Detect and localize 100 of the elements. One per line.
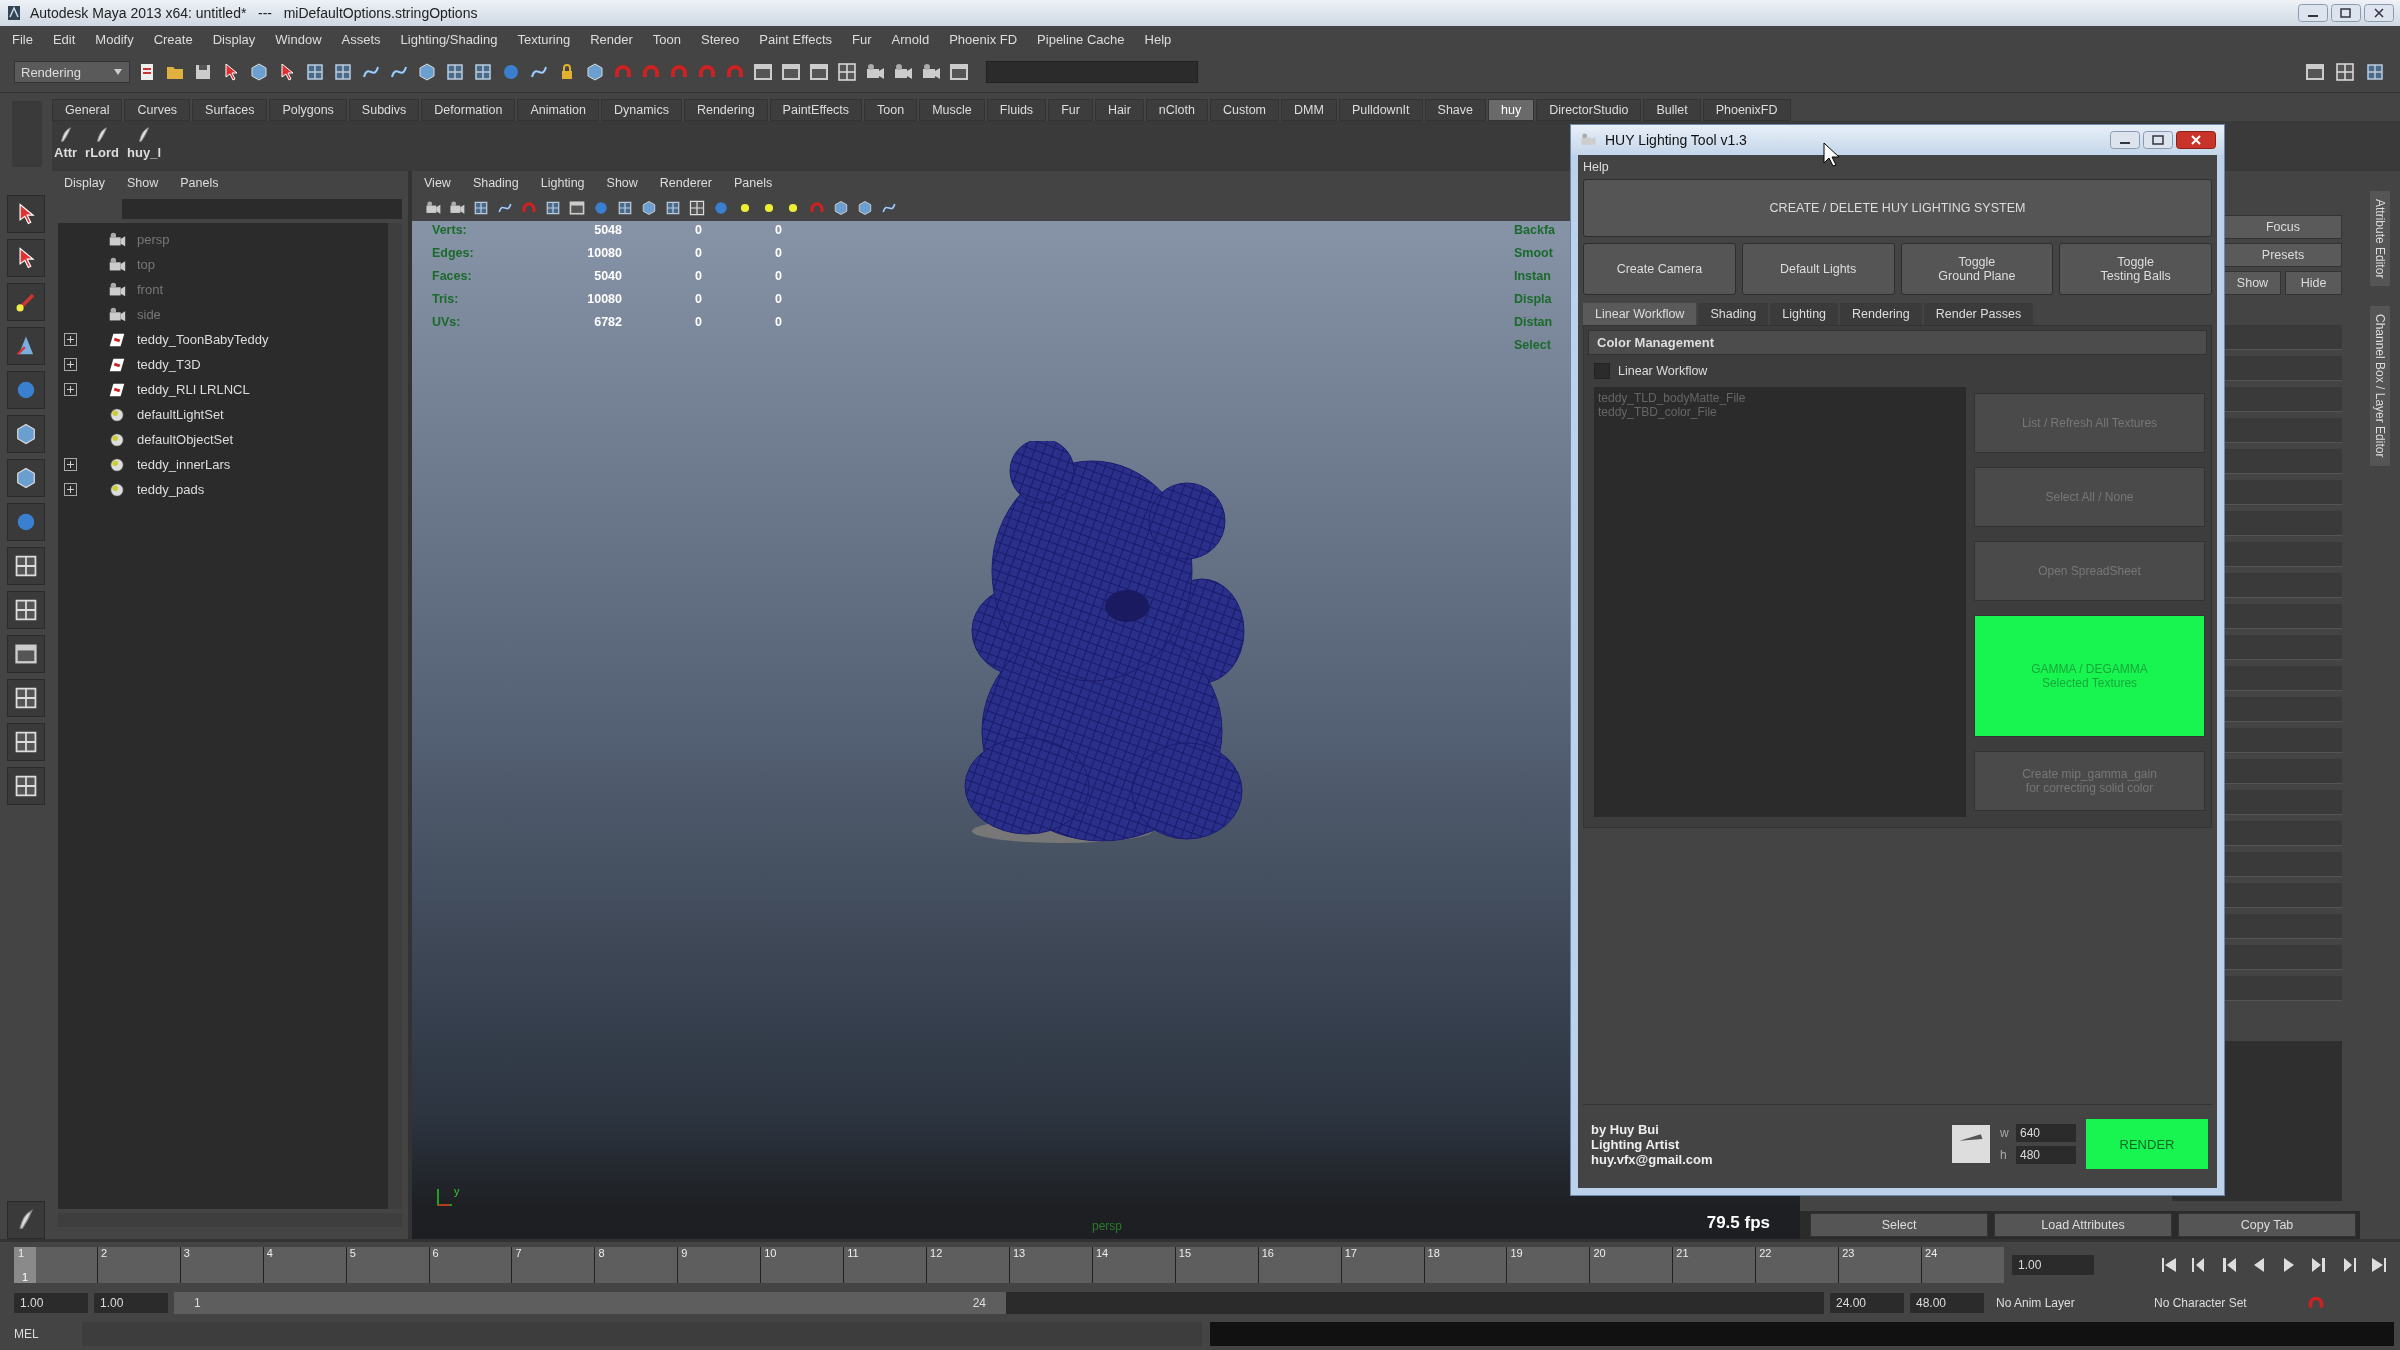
- menu-item[interactable]: Modify: [95, 31, 134, 47]
- shelf-tab[interactable]: DirectorStudio: [1536, 99, 1642, 121]
- grid-icon[interactable]: [332, 61, 354, 83]
- outliner-item[interactable]: teddy_ToonBabyTeddy: [137, 332, 269, 347]
- shelf-tab[interactable]: Muscle: [919, 99, 985, 121]
- layout-icon[interactable]: [688, 199, 706, 217]
- shelf-tab[interactable]: Bullet: [1643, 99, 1701, 121]
- tab[interactable]: Linear Workflow: [1583, 303, 1697, 325]
- grid-icon[interactable]: [664, 199, 682, 217]
- grid-icon[interactable]: [2364, 61, 2386, 83]
- grid-icon[interactable]: [472, 61, 494, 83]
- outliner-item[interactable]: teddy_T3D: [137, 357, 201, 372]
- menu-item[interactable]: Help: [1583, 160, 1609, 174]
- shelf-tab[interactable]: Polygons: [269, 99, 347, 121]
- menu-item[interactable]: Stereo: [701, 31, 740, 47]
- menu-item[interactable]: Window: [275, 31, 322, 47]
- shelf-tab[interactable]: General: [52, 99, 123, 121]
- panel-button[interactable]: Hide: [2285, 271, 2342, 295]
- shelf-tab[interactable]: huy: [1488, 99, 1535, 121]
- cube-icon[interactable]: [248, 61, 270, 83]
- panel-button[interactable]: Copy Tab: [2178, 1213, 2356, 1237]
- menu-item[interactable]: File: [12, 31, 33, 47]
- menu-item[interactable]: Panels: [733, 176, 773, 190]
- side-tab[interactable]: Channel Box / Layer Editor: [2370, 306, 2390, 466]
- tool-button[interactable]: [7, 415, 45, 453]
- tool-button[interactable]: [7, 1201, 45, 1239]
- shelf-tab[interactable]: Shave: [1424, 99, 1486, 121]
- width-field[interactable]: 640: [2016, 1124, 2076, 1142]
- side-tab[interactable]: Attribute Editor: [2370, 191, 2390, 287]
- layout-icon[interactable]: [13, 729, 39, 755]
- shelf-tab[interactable]: Surfaces: [192, 99, 268, 121]
- minimize-button[interactable]: [2110, 131, 2140, 149]
- grid-icon[interactable]: [616, 199, 634, 217]
- shelf-tab[interactable]: Dynamics: [601, 99, 682, 121]
- menu-item[interactable]: Edit: [52, 31, 76, 47]
- menu-item[interactable]: Pipeline Cache: [1037, 31, 1125, 47]
- layout-icon[interactable]: [836, 61, 858, 83]
- window-icon[interactable]: [752, 61, 774, 83]
- menu-item[interactable]: Create: [153, 31, 193, 47]
- expand-icon[interactable]: [64, 333, 77, 346]
- shelf-tab[interactable]: Animation: [517, 99, 600, 121]
- time-slider[interactable]: 1 2 3 4 5 6 7 8 9 10 11 12 13 14 15 16 17 18 19 20 21 22 23 24 1: [14, 1247, 2004, 1283]
- maximize-button[interactable]: [2143, 131, 2173, 149]
- input-field[interactable]: [986, 61, 1198, 83]
- panel-button[interactable]: Show: [2224, 271, 2281, 295]
- tool-button[interactable]: [7, 547, 45, 585]
- menu-item[interactable]: Texturing: [517, 31, 571, 47]
- create-system-button[interactable]: CREATE / DELETE HUY LIGHTING SYSTEM: [1583, 179, 2212, 237]
- shelf-tab[interactable]: Curves: [124, 99, 191, 121]
- menu-item[interactable]: View: [424, 176, 451, 190]
- playback-start-field[interactable]: 1.00: [94, 1293, 168, 1313]
- tool-button[interactable]: [7, 195, 45, 233]
- menu-item[interactable]: Assets: [341, 31, 381, 47]
- layout-icon[interactable]: [2334, 61, 2356, 83]
- tool-button[interactable]: [7, 239, 45, 277]
- layout-icon[interactable]: [13, 773, 39, 799]
- grid-icon[interactable]: [304, 61, 326, 83]
- shelf-button[interactable]: Attr: [52, 125, 80, 171]
- layout-icon[interactable]: [13, 597, 39, 623]
- tool-button[interactable]: [7, 283, 45, 321]
- layout-icon[interactable]: [13, 685, 39, 711]
- menu-item[interactable]: Arnold: [891, 31, 930, 47]
- menu-item[interactable]: Display: [64, 176, 105, 190]
- shelf-tab[interactable]: Deformation: [421, 99, 516, 121]
- range-slider[interactable]: 1 24: [174, 1292, 1006, 1314]
- cube-icon[interactable]: [832, 199, 850, 217]
- panel-button[interactable]: Select: [1810, 1213, 1988, 1237]
- filter-field[interactable]: [122, 199, 402, 219]
- window-icon[interactable]: [568, 199, 586, 217]
- window-icon[interactable]: [780, 61, 802, 83]
- section-header[interactable]: Color Management: [1588, 330, 2207, 355]
- character-set-dropdown[interactable]: No Character Set: [2148, 1293, 2300, 1313]
- menu-item[interactable]: Show: [127, 176, 159, 190]
- outliner-item[interactable]: defaultLightSet: [137, 407, 224, 422]
- menu-item[interactable]: Panels: [180, 176, 219, 190]
- menu-item[interactable]: Toon: [652, 31, 682, 47]
- menu-item[interactable]: Renderer: [659, 176, 712, 190]
- shelf-tab[interactable]: Custom: [1209, 99, 1279, 121]
- height-field[interactable]: 480: [2016, 1146, 2076, 1164]
- grid-icon[interactable]: [544, 199, 562, 217]
- minimize-button[interactable]: [2298, 4, 2328, 22]
- tool-button[interactable]: [7, 723, 45, 761]
- menu-item[interactable]: Render: [590, 31, 633, 47]
- expand-icon[interactable]: [64, 483, 77, 496]
- shelf-tab[interactable]: Fluids: [986, 99, 1047, 121]
- layout-icon[interactable]: [13, 553, 39, 579]
- shelf-tab[interactable]: Toon: [864, 99, 918, 121]
- expand-icon[interactable]: [64, 458, 77, 471]
- shelf-button[interactable]: rLord: [83, 125, 122, 171]
- tool-button[interactable]: Toggle Testing Balls: [2059, 243, 2212, 295]
- tool-button[interactable]: Toggle Ground Plane: [1900, 243, 2054, 295]
- script-language-button[interactable]: MEL: [14, 1327, 74, 1341]
- shelf-tab[interactable]: nCloth: [1145, 99, 1208, 121]
- panel-button[interactable]: Focus: [2224, 215, 2342, 239]
- scrollbar[interactable]: [388, 223, 402, 1209]
- shelf-button[interactable]: huy_l: [125, 125, 164, 171]
- outliner-item[interactable]: teddy_pads: [137, 482, 205, 497]
- shelf-tab[interactable]: PaintEffects: [769, 99, 863, 121]
- expand-icon[interactable]: [64, 358, 77, 371]
- menu-item[interactable]: Phoenix FD: [949, 31, 1018, 47]
